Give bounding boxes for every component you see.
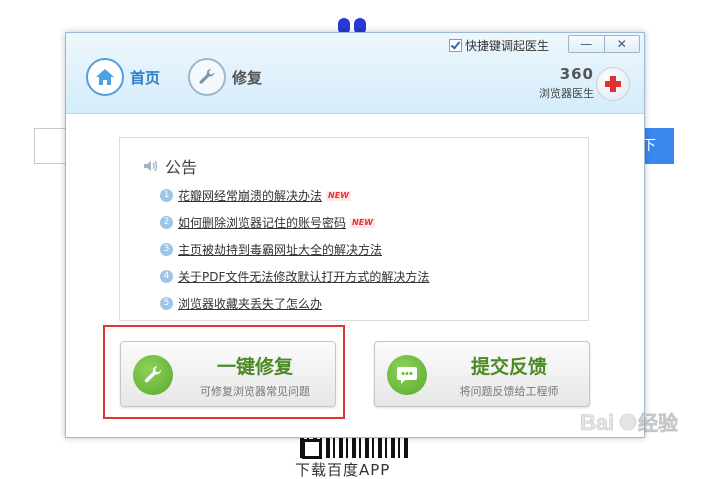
baidu-jingyan-watermark: Bai 经验 <box>580 410 678 436</box>
tab-home[interactable]: 首页 <box>86 57 160 97</box>
background-qr-code <box>300 436 410 459</box>
background-download-text: 下载百度APP <box>295 461 391 479</box>
tab-repair-label: 修复 <box>232 68 263 87</box>
svg-text:Bai: Bai <box>580 410 614 435</box>
browser-doctor-dialog: 快捷键调起医生 — ✕ 首页 修复 360 浏览器医生 公告 1 花瓣网经常崩溃… <box>65 32 645 438</box>
list-item[interactable]: 3 主页被劫持到毒霸网址大全的解决方法 <box>160 236 429 263</box>
chat-bubble-icon <box>387 355 427 395</box>
item-link[interactable]: 如何删除浏览器记住的账号密码 <box>178 214 346 231</box>
item-number: 1 <box>160 189 173 202</box>
feedback-subtitle: 将问题反馈给工程师 <box>459 385 559 398</box>
dialog-header: 快捷键调起医生 — ✕ 首页 修复 360 浏览器医生 <box>66 33 644 114</box>
item-link[interactable]: 浏览器收藏夹丢失了怎么办 <box>178 295 322 312</box>
hotkey-label: 快捷键调起医生 <box>465 39 550 53</box>
list-item[interactable]: 1 花瓣网经常崩溃的解决办法 NEW <box>160 182 429 209</box>
close-button[interactable]: ✕ <box>603 36 640 52</box>
announcement-panel: 公告 1 花瓣网经常崩溃的解决办法 NEW 2 如何删除浏览器记住的账号密码 N… <box>119 137 589 321</box>
feedback-title: 提交反馈 <box>470 356 547 378</box>
repair-subtitle: 可修复浏览器常见问题 <box>200 385 310 398</box>
submit-feedback-button[interactable]: 提交反馈 将问题反馈给工程师 <box>374 341 590 407</box>
list-item[interactable]: 5 浏览器收藏夹丢失了怎么办 <box>160 290 429 317</box>
tab-repair[interactable]: 修复 <box>188 57 262 97</box>
one-click-repair-button[interactable]: 一键修复 可修复浏览器常见问题 <box>120 341 336 407</box>
brand-name: 浏览器医生 <box>539 87 594 100</box>
home-icon <box>86 58 124 96</box>
list-item[interactable]: 2 如何删除浏览器记住的账号密码 NEW <box>160 209 429 236</box>
new-badge: NEW <box>350 217 375 228</box>
speaker-icon <box>144 160 158 172</box>
new-badge: NEW <box>326 190 351 201</box>
announcement-title: 公告 <box>143 154 197 178</box>
tab-home-label: 首页 <box>130 68 161 87</box>
announcement-title-text: 公告 <box>165 158 198 177</box>
item-link[interactable]: 花瓣网经常崩溃的解决办法 <box>178 187 322 204</box>
hotkey-option[interactable]: 快捷键调起医生 <box>449 37 549 54</box>
brand-logo: 360 浏览器医生 <box>530 65 630 105</box>
hotkey-checkbox[interactable] <box>449 39 462 52</box>
brand-number: 360 <box>559 65 594 83</box>
background-search-button: 下 <box>640 128 674 164</box>
item-number: 2 <box>160 216 173 229</box>
wrench-icon <box>188 58 226 96</box>
item-number: 4 <box>160 270 173 283</box>
item-link[interactable]: 主页被劫持到毒霸网址大全的解决方法 <box>178 241 382 258</box>
wrench-icon <box>133 355 173 395</box>
announcement-list: 1 花瓣网经常崩溃的解决办法 NEW 2 如何删除浏览器记住的账号密码 NEW … <box>160 182 429 317</box>
list-item[interactable]: 4 关于PDF文件无法修改默认打开方式的解决方法 <box>160 263 429 290</box>
item-link[interactable]: 关于PDF文件无法修改默认打开方式的解决方法 <box>178 268 429 285</box>
svg-text:经验: 经验 <box>638 411 678 435</box>
window-controls: — ✕ <box>568 35 640 53</box>
item-number: 5 <box>160 297 173 310</box>
minimize-button[interactable]: — <box>569 36 604 52</box>
repair-title: 一键修复 <box>216 356 293 378</box>
item-number: 3 <box>160 243 173 256</box>
first-aid-cross-icon <box>596 67 630 101</box>
